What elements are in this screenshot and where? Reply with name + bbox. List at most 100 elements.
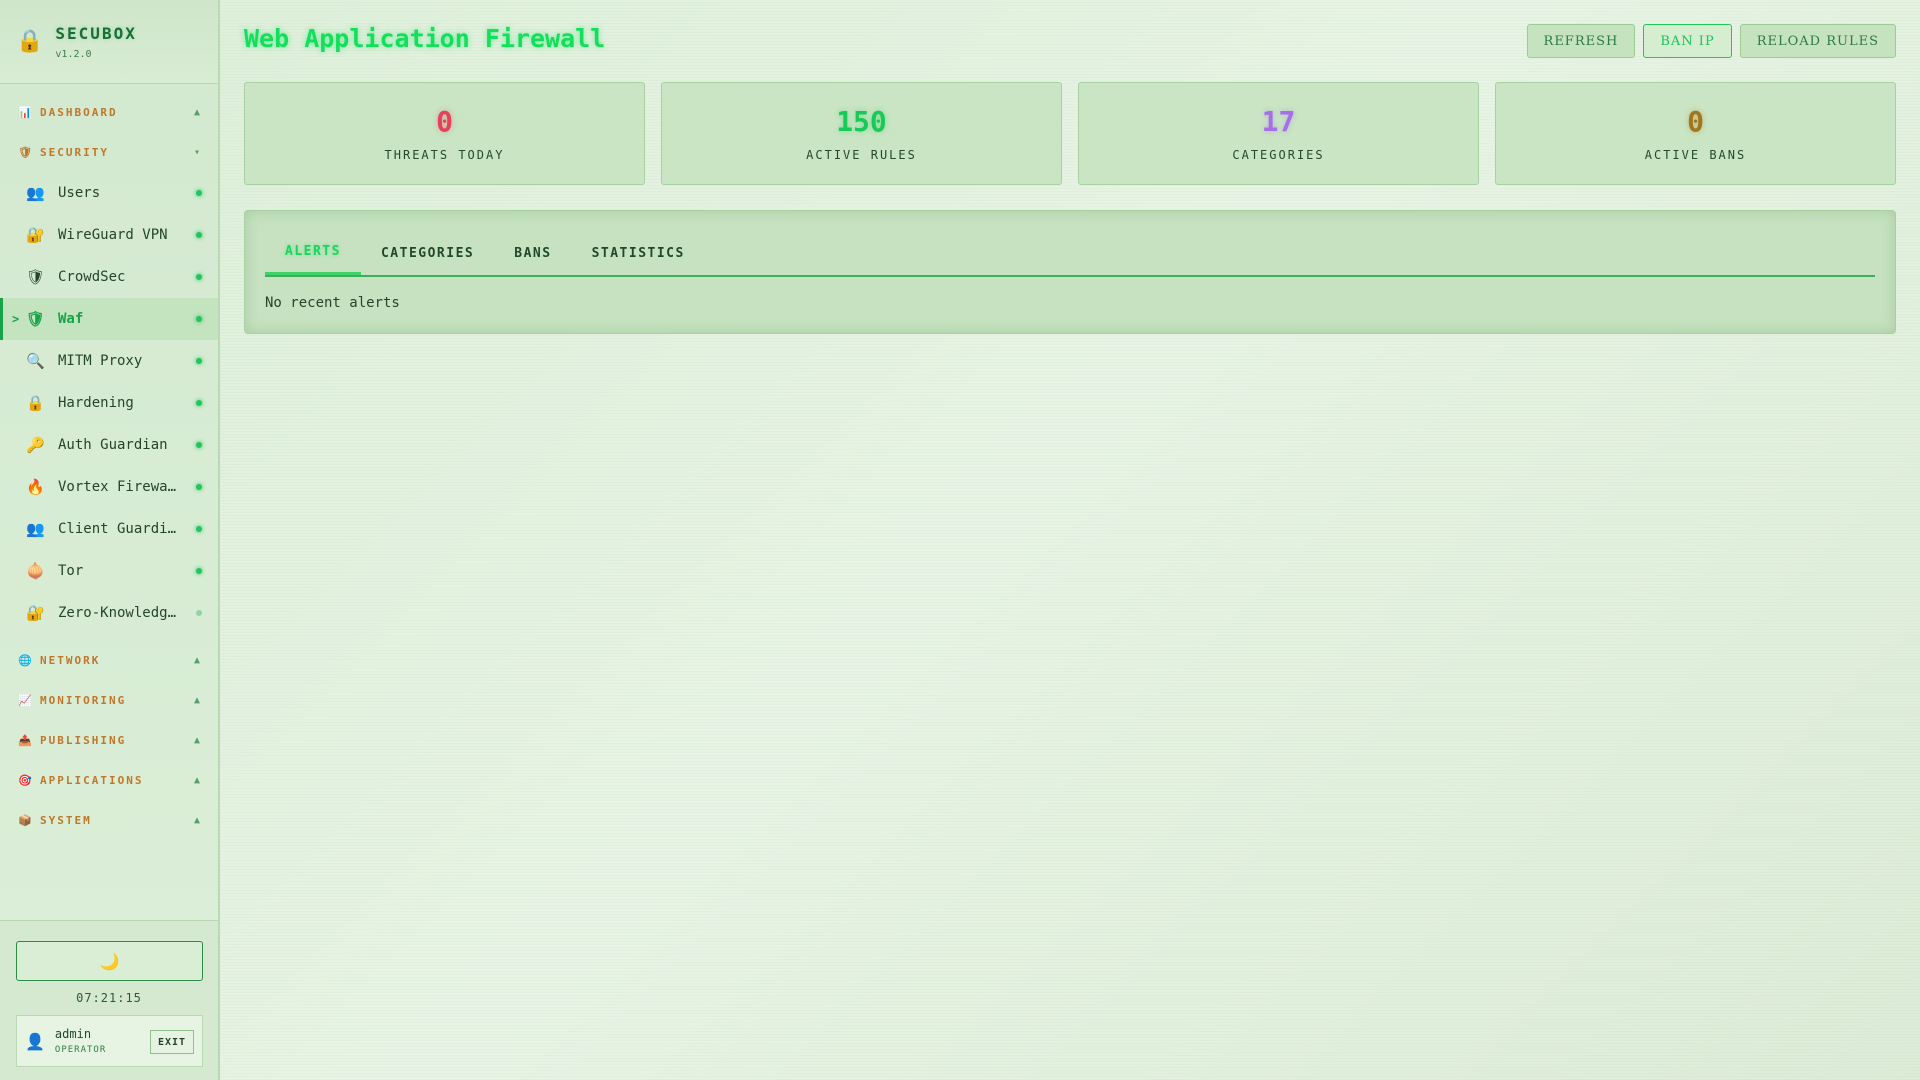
stat-label: ACTIVE BANS [1644, 148, 1747, 162]
stat-card-threats: 0 THREATS TODAY [244, 82, 645, 185]
user-name: admin [54, 1027, 92, 1041]
exit-button[interactable]: EXIT [150, 1030, 194, 1054]
status-dot [196, 484, 202, 490]
sidebar-item-label: MITM Proxy [58, 353, 143, 369]
shield-icon: 🛡 [26, 268, 46, 286]
lock-icon: 🔒 [26, 394, 45, 412]
stat-label: ACTIVE RULES [806, 148, 917, 162]
sidebar-footer: 🌙 07:21:15 👤 admin OPERATOR EXIT [0, 920, 218, 1080]
tab-alerts[interactable]: ALERTS [265, 231, 361, 275]
refresh-button[interactable]: REFRESH [1526, 24, 1636, 58]
sidebar-item-tor[interactable]: 🧅 Tor [0, 550, 218, 592]
theme-toggle-button[interactable]: 🌙 [16, 941, 203, 981]
section-label: PUBLISHING [40, 733, 127, 747]
tab-bans[interactable]: BANS [494, 231, 571, 275]
stat-label: CATEGORIES [1232, 148, 1325, 162]
stat-label: THREATS TODAY [384, 148, 505, 162]
sidebar-item-users[interactable]: 👥 Users [0, 172, 218, 214]
status-dot [196, 316, 202, 322]
sidebar-item-zero-knowledge[interactable]: 🔐 Zero-Knowledge Proofs [0, 592, 218, 634]
header-actions: REFRESH BAN IP RELOAD RULES [1526, 24, 1896, 58]
sidebar-item-wireguard-vpn[interactable]: 🔐 WireGuard VPN [0, 214, 218, 256]
status-dot [196, 358, 202, 364]
sidebar-item-label: Auth Guardian [58, 437, 168, 453]
reload-rules-button[interactable]: RELOAD RULES [1739, 24, 1896, 58]
sidebar-item-vortex-firewall[interactable]: 🔥 Vortex Firewall [0, 466, 218, 508]
shield-icon: 🛡 [26, 310, 46, 328]
lock-key-icon: 🔐 [26, 226, 45, 244]
sidebar-item-crowdsec[interactable]: 🛡 CrowdSec [0, 256, 218, 298]
tab-panel: ALERTS CATEGORIES BANS STATISTICS No rec… [244, 210, 1896, 334]
status-dot [196, 274, 202, 280]
onion-icon: 🧅 [26, 562, 45, 580]
sidebar-item-auth-guardian[interactable]: 🔑 Auth Guardian [0, 424, 218, 466]
lock-key-icon: 🔐 [26, 604, 45, 622]
section-applications[interactable]: 🎯 APPLICATIONS ▲ [0, 760, 218, 800]
moon-icon: 🌙 [99, 951, 120, 971]
fire-icon: 🔥 [26, 478, 45, 496]
caret-up-icon: ▲ [193, 814, 202, 826]
ban-ip-button[interactable]: BAN IP [1643, 24, 1732, 58]
stats-row: 0 THREATS TODAY 150 ACTIVE RULES 17 CATE… [244, 82, 1896, 185]
sidebar-item-label: WireGuard VPN [58, 227, 168, 243]
stat-card-bans: 0 ACTIVE BANS [1495, 82, 1896, 185]
main-content: Web Application Firewall REFRESH BAN IP … [244, 0, 1896, 1080]
section-network[interactable]: 🌐 NETWORK ▲ [0, 640, 218, 680]
section-label: MONITORING [40, 693, 127, 707]
tab-statistics[interactable]: STATISTICS [572, 231, 705, 275]
globe-icon: 🌐 [18, 653, 34, 667]
stat-value: 150 [836, 105, 887, 138]
status-dot [196, 526, 202, 532]
section-system[interactable]: 📦 SYSTEM ▲ [0, 800, 218, 840]
status-dot [196, 232, 202, 238]
section-label: DASHBOARD [40, 105, 118, 119]
sidebar-item-label: Tor [58, 563, 84, 579]
lock-icon: 🔒 [16, 29, 44, 54]
sidebar-item-client-guardian[interactable]: 👥 Client Guardian [0, 508, 218, 550]
status-dot [196, 610, 202, 616]
tab-bar: ALERTS CATEGORIES BANS STATISTICS [265, 231, 1875, 277]
sidebar-item-hardening[interactable]: 🔒 Hardening [0, 382, 218, 424]
section-label: SECURITY [40, 145, 109, 159]
caret-up-icon: ▲ [193, 106, 202, 118]
section-security[interactable]: 🛡 SECURITY ▾ [0, 132, 218, 172]
caret-up-icon: ▲ [193, 774, 202, 786]
caret-down-icon: ▾ [193, 146, 202, 158]
sidebar-item-label: Vortex Firewall [58, 479, 184, 495]
status-dot [196, 442, 202, 448]
package-icon: 📦 [18, 813, 34, 827]
users-icon: 👥 [26, 520, 45, 538]
clock: 07:21:15 [76, 991, 142, 1005]
empty-alerts-message: No recent alerts [265, 295, 400, 311]
sidebar: 🔒 SECUBOX v1.2.0 📊 DASHBOARD ▲ 🛡 SECURIT… [0, 0, 220, 1080]
sidebar-item-mitm-proxy[interactable]: 🔍 MITM Proxy [0, 340, 218, 382]
brand[interactable]: 🔒 SECUBOX v1.2.0 [0, 0, 218, 84]
sidebar-item-label: Zero-Knowledge Proofs [58, 605, 184, 621]
sidebar-item-label: Users [58, 185, 101, 201]
user-icon: 👤 [25, 1031, 45, 1051]
user-card: 👤 admin OPERATOR EXIT [16, 1015, 203, 1067]
caret-up-icon: ▲ [193, 734, 202, 746]
sidebar-item-label: Waf [58, 311, 84, 327]
sidebar-nav: 📊 DASHBOARD ▲ 🛡 SECURITY ▾ 👥 Users 🔐 Wir… [0, 84, 218, 840]
brand-name: SECUBOX [55, 23, 137, 43]
caret-up-icon: ▲ [193, 654, 202, 666]
active-marker: > [12, 312, 20, 326]
chart-icon: 📊 [18, 105, 34, 119]
sidebar-item-waf[interactable]: > 🛡 Waf [0, 298, 218, 340]
status-dot [196, 190, 202, 196]
status-dot [196, 400, 202, 406]
section-publishing[interactable]: 📤 PUBLISHING ▲ [0, 720, 218, 760]
sidebar-item-label: Hardening [58, 395, 134, 411]
section-dashboard[interactable]: 📊 DASHBOARD ▲ [0, 92, 218, 132]
status-dot [196, 568, 202, 574]
sidebar-item-label: Client Guardian [58, 521, 184, 537]
tab-categories[interactable]: CATEGORIES [361, 231, 494, 275]
outbox-icon: 📤 [18, 733, 34, 747]
section-label: NETWORK [40, 653, 101, 667]
magnifier-icon: 🔍 [26, 352, 45, 370]
section-monitoring[interactable]: 📈 MONITORING ▲ [0, 680, 218, 720]
stat-value: 0 [1687, 105, 1704, 138]
sidebar-item-label: CrowdSec [58, 269, 126, 285]
section-label: SYSTEM [40, 813, 92, 827]
